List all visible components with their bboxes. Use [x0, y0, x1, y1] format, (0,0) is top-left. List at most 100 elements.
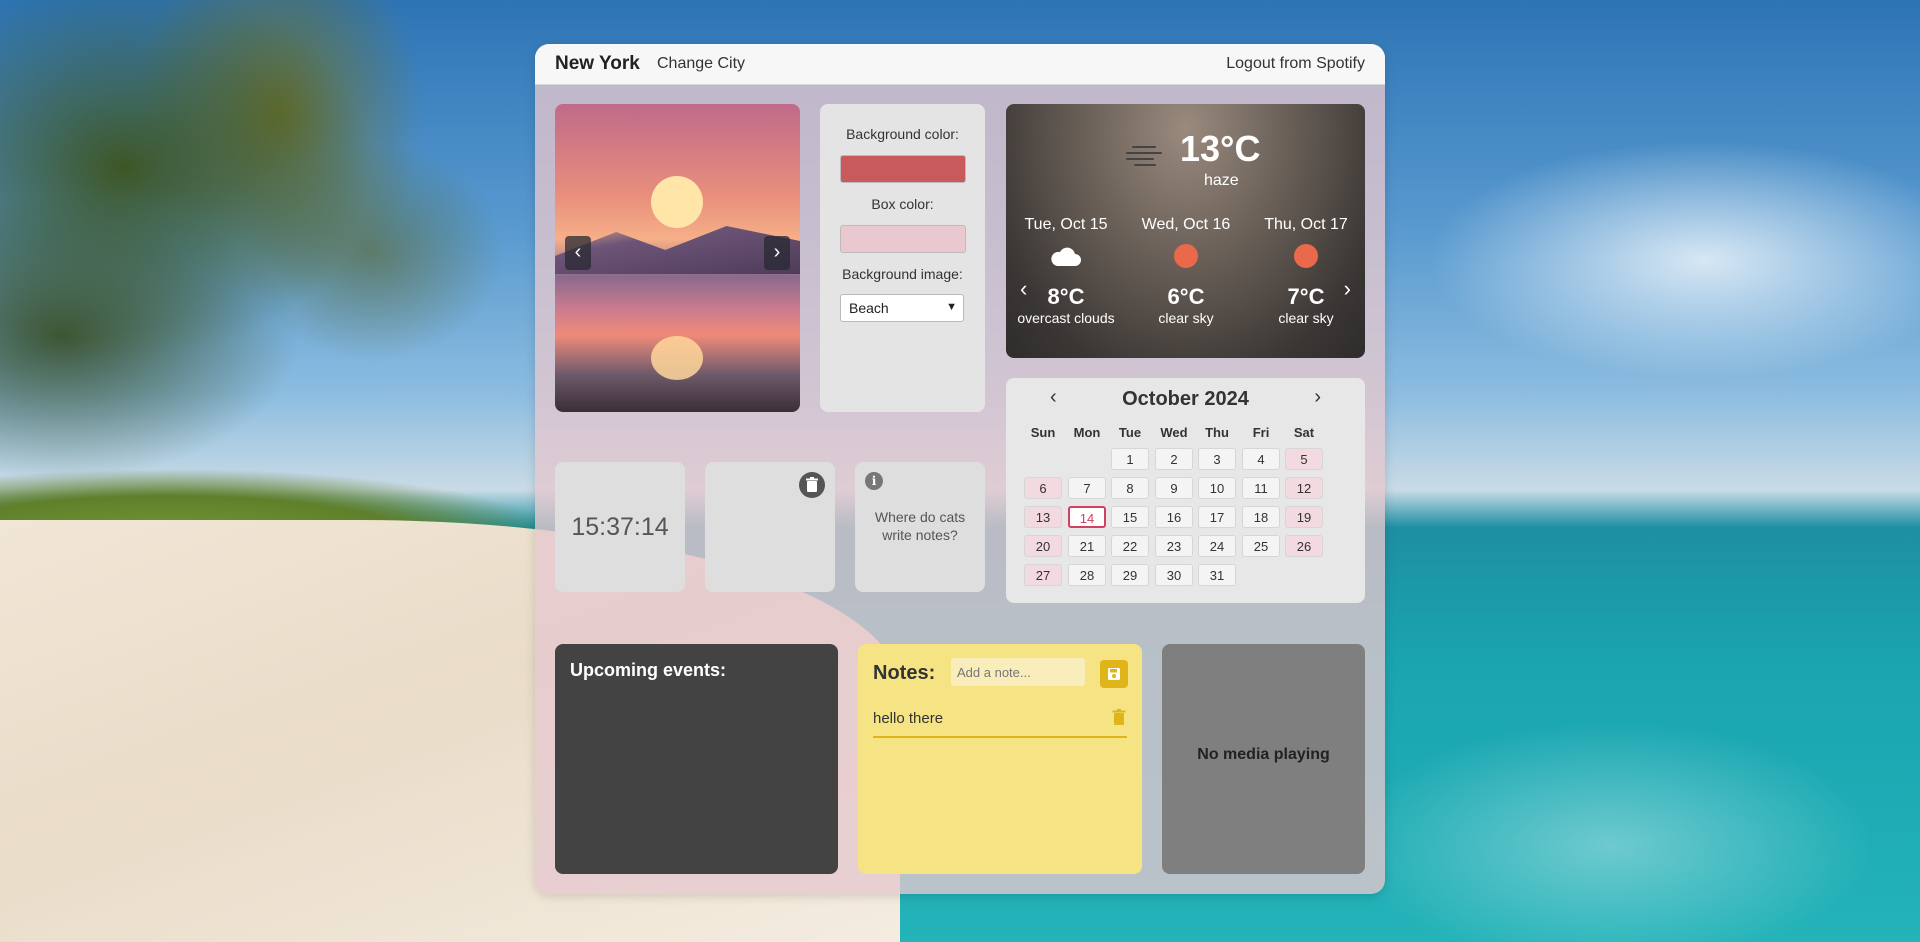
calendar-day[interactable]: 5: [1285, 448, 1323, 470]
weekday-header: Tue: [1118, 425, 1142, 440]
fact-widget: i Where do cats write notes?: [855, 462, 985, 592]
calendar-day[interactable]: 29: [1111, 564, 1149, 586]
forecast-day: Wed, Oct 16 6°C clear sky: [1126, 216, 1246, 326]
bg-image-selected: Beach: [849, 300, 889, 316]
weekday-header: Wed: [1160, 425, 1188, 440]
logout-spotify-link[interactable]: Logout from Spotify: [1226, 55, 1365, 73]
save-note-button[interactable]: [1100, 660, 1128, 688]
box-color-picker[interactable]: [840, 225, 966, 253]
slideshow-prev-button[interactable]: ‹: [565, 236, 591, 270]
sun-icon: [1294, 244, 1318, 268]
calendar-day[interactable]: 25: [1242, 535, 1280, 557]
bg-color-picker[interactable]: [840, 155, 966, 183]
calendar-day[interactable]: 20: [1024, 535, 1062, 557]
calendar-day[interactable]: 28: [1068, 564, 1106, 586]
sun-icon: [1174, 244, 1198, 268]
calendar-day[interactable]: 31: [1198, 564, 1236, 586]
calendar-day-today[interactable]: 14: [1068, 506, 1106, 528]
clock-widget: 15:37:14: [555, 462, 685, 592]
top-bar: New York Change City Logout from Spotify: [535, 44, 1385, 85]
forecast-next-button[interactable]: ›: [1344, 276, 1351, 302]
calendar-day[interactable]: 27: [1024, 564, 1062, 586]
calendar-day[interactable]: 2: [1155, 448, 1193, 470]
weekday-header: Sun: [1030, 425, 1056, 440]
save-icon: [1108, 668, 1120, 680]
forecast-desc: overcast clouds: [1017, 310, 1115, 326]
chevron-down-icon: ▼: [946, 301, 957, 313]
box-color-label: Box color:: [871, 196, 934, 212]
weekday-header: Mon: [1073, 425, 1101, 440]
weekday-header: Sat: [1293, 425, 1315, 440]
background-clouds: [1380, 120, 1920, 400]
calendar-day[interactable]: 8: [1111, 477, 1149, 499]
media-player-box: No media playing: [1162, 644, 1365, 874]
current-temperature: 13°C: [1180, 128, 1261, 169]
calendar-day[interactable]: 13: [1024, 506, 1062, 528]
cloud-icon: [1006, 244, 1126, 276]
calendar-day[interactable]: 3: [1198, 448, 1236, 470]
media-status: No media playing: [1197, 746, 1330, 763]
note-input[interactable]: [951, 658, 1085, 686]
forecast-desc: clear sky: [1158, 310, 1214, 326]
calendar-month-title: October 2024: [1122, 388, 1249, 410]
notes-title: Notes:: [873, 662, 936, 684]
sunset-sun: [651, 176, 703, 228]
bg-image-select[interactable]: Beach ▼: [840, 294, 964, 322]
calendar-day[interactable]: 9: [1155, 477, 1193, 499]
calendar-day[interactable]: 7: [1068, 477, 1106, 499]
info-icon[interactable]: i: [865, 472, 883, 490]
upcoming-events-box: Upcoming events:: [555, 644, 838, 874]
forecast-day: Thu, Oct 17 7°C clear sky: [1246, 216, 1365, 326]
settings-box: Background color: Box color: Background …: [820, 104, 985, 412]
calendar-day[interactable]: 11: [1242, 477, 1280, 499]
trash-button[interactable]: [799, 472, 825, 498]
calendar-day[interactable]: 19: [1285, 506, 1323, 528]
calendar-day[interactable]: 12: [1285, 477, 1323, 499]
haze-icon: [1126, 142, 1162, 170]
calendar-day[interactable]: 21: [1068, 535, 1106, 557]
delete-note-icon[interactable]: [1111, 708, 1127, 726]
calendar-day[interactable]: 6: [1024, 477, 1062, 499]
forecast-prev-button[interactable]: ‹: [1020, 276, 1027, 302]
weekday-header: Thu: [1205, 425, 1229, 440]
trash-icon: [806, 477, 818, 492]
calendar-day[interactable]: 23: [1155, 535, 1193, 557]
calendar-day[interactable]: 18: [1242, 506, 1280, 528]
bg-image-label: Background image:: [842, 266, 963, 282]
dashboard-panel: New York Change City Logout from Spotify…: [535, 44, 1385, 894]
calendar-widget: ‹ October 2024 › Sun Mon Tue Wed Thu Fri Sat 1 2…: [1006, 378, 1365, 603]
calendar-day[interactable]: 16: [1155, 506, 1193, 528]
current-condition: haze: [1204, 172, 1239, 189]
background-waves: [1300, 700, 1920, 942]
calendar-day[interactable]: 10: [1198, 477, 1236, 499]
forecast-temp: 6°C: [1167, 284, 1205, 309]
note-item: hello there: [873, 706, 1127, 738]
notes-box: Notes: hello there: [858, 644, 1142, 874]
calendar-day[interactable]: 30: [1155, 564, 1193, 586]
forecast-date: Wed, Oct 16: [1141, 216, 1231, 233]
forecast-date: Tue, Oct 15: [1024, 216, 1108, 233]
bg-color-label: Background color:: [846, 126, 959, 142]
change-city-link[interactable]: Change City: [657, 55, 745, 73]
calendar-next-button[interactable]: ›: [1314, 386, 1321, 409]
empty-widget-box: [705, 462, 835, 592]
image-slideshow: ‹ ›: [555, 104, 800, 412]
slideshow-next-button[interactable]: ›: [764, 236, 790, 270]
forecast-desc: clear sky: [1278, 310, 1334, 326]
calendar-day[interactable]: 26: [1285, 535, 1323, 557]
note-text: hello there: [873, 710, 944, 727]
calendar-day[interactable]: 17: [1198, 506, 1236, 528]
calendar-day[interactable]: 1: [1111, 448, 1149, 470]
forecast-day: Tue, Oct 15 8°C overcast clouds: [1006, 216, 1126, 326]
weather-widget: 13°C haze Tue, Oct 15 8°C overcast cloud…: [1006, 104, 1365, 358]
calendar-day[interactable]: 22: [1111, 535, 1149, 557]
sun-reflection: [651, 336, 703, 380]
calendar-day[interactable]: 24: [1198, 535, 1236, 557]
calendar-day[interactable]: 15: [1111, 506, 1149, 528]
fact-text: Where do cats write notes?: [874, 509, 966, 543]
events-title: Upcoming events:: [570, 660, 727, 680]
forecast-date: Thu, Oct 17: [1264, 216, 1348, 233]
city-name: New York: [555, 53, 640, 74]
calendar-day[interactable]: 4: [1242, 448, 1280, 470]
weekday-header: Fri: [1252, 425, 1270, 440]
